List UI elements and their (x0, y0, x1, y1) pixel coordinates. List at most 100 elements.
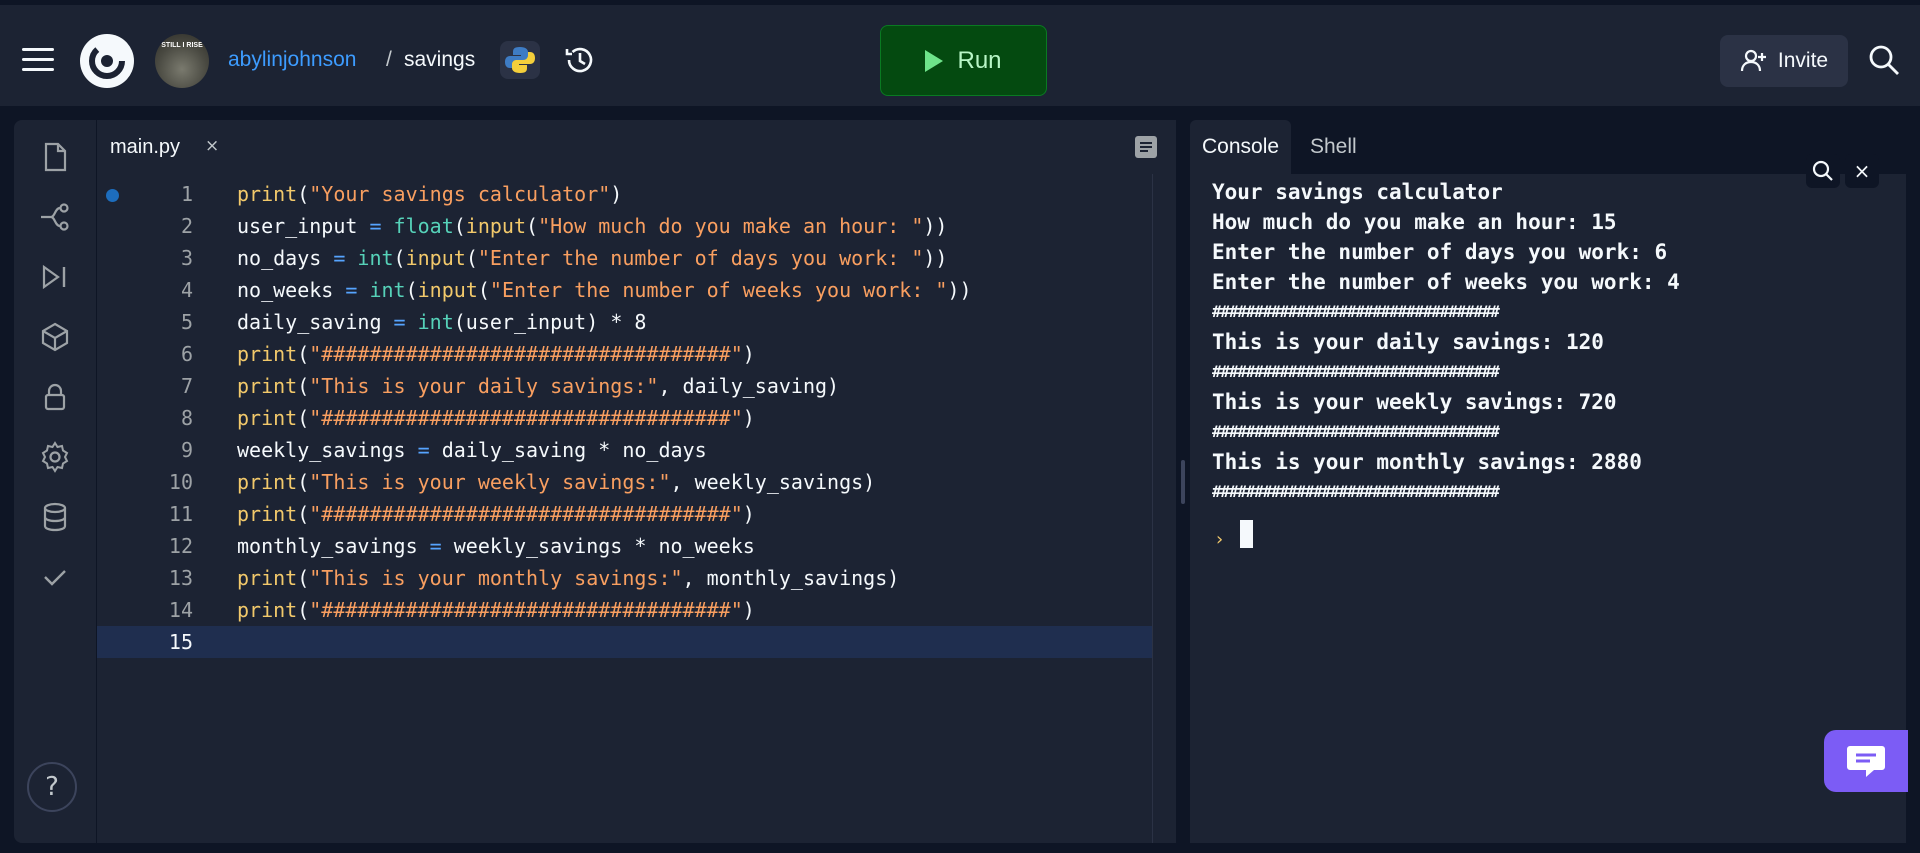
code-text: print("#################################… (237, 342, 755, 366)
repo-owner-link[interactable]: abylinjohnson (228, 48, 356, 72)
code-text: no_days = int(input("Enter the number of… (237, 246, 948, 270)
line-number: 5 (180, 310, 193, 334)
code-text: print("This is your daily savings:", dai… (237, 374, 840, 398)
console-line: This is your weekly savings: 720 (1212, 390, 1617, 414)
line-number: 11 (168, 502, 193, 526)
breakpoint-icon[interactable] (106, 189, 119, 202)
editor-tab-bar: main.py × (97, 120, 1176, 176)
code-line[interactable]: 13 print("This is your monthly savings:"… (97, 562, 1152, 594)
invite-label: Invite (1777, 49, 1829, 72)
code-line[interactable]: 12 monthly_savings = weekly_savings * no… (97, 530, 1152, 562)
tab-shell[interactable]: Shell (1298, 120, 1369, 174)
line-number: 9 (180, 438, 193, 462)
editor-menu-icon[interactable] (1133, 134, 1159, 160)
line-number: 7 (180, 374, 193, 398)
chat-icon (1847, 746, 1885, 777)
line-number: 8 (180, 406, 193, 430)
line-number: 10 (168, 470, 193, 494)
code-line[interactable]: 7 print("This is your daily savings:", d… (97, 370, 1152, 402)
code-editor: main.py × 1 print("Your savings calculat… (97, 120, 1176, 843)
console-tab-bar: Console Shell (1190, 120, 1906, 174)
code-text: print("#################################… (237, 502, 755, 526)
python-icon[interactable] (500, 41, 540, 79)
line-number: 3 (180, 246, 193, 270)
console-line: Your savings calculator (1212, 180, 1503, 204)
secrets-icon[interactable] (38, 380, 72, 414)
line-number: 1 (180, 182, 193, 206)
code-text: print("This is your weekly savings:", we… (237, 470, 876, 494)
pane-resize-handle[interactable] (1181, 460, 1185, 504)
console-output[interactable]: Your savings calculator How much do you … (1190, 174, 1906, 843)
run-button[interactable]: Run (880, 25, 1047, 96)
code-line[interactable]: 3 no_days = int(input("Enter the number … (97, 242, 1152, 274)
breadcrumb-separator: / (386, 48, 392, 71)
code-text: print("#################################… (237, 598, 755, 622)
console-line: ################################## (1212, 362, 1500, 381)
search-icon[interactable] (1806, 154, 1840, 188)
code-text: monthly_savings = weekly_savings * no_we… (237, 534, 755, 558)
settings-icon[interactable] (38, 440, 72, 474)
console-pane: Console Shell Your savings calculator Ho… (1190, 120, 1906, 843)
console-line: How much do you make an hour: 15 (1212, 210, 1617, 234)
chat-button[interactable] (1824, 730, 1908, 792)
history-icon[interactable] (562, 42, 598, 78)
code-line-current[interactable]: 15 (97, 626, 1152, 658)
code-line[interactable]: 14 print("##############################… (97, 594, 1152, 626)
console-line: ################################## (1212, 482, 1500, 501)
git-icon[interactable] (38, 200, 72, 234)
top-bar: STILL I RISE abylinjohnson / savings Run… (0, 0, 1920, 106)
scroll-track[interactable] (1152, 174, 1153, 843)
play-icon (925, 49, 944, 72)
close-icon[interactable]: × (1845, 154, 1879, 188)
packages-icon[interactable] (38, 320, 72, 354)
code-line[interactable]: 4 no_weeks = int(input("Enter the number… (97, 274, 1152, 306)
code-line[interactable]: 2 user_input = float(input("How much do … (97, 210, 1152, 242)
console-line: Enter the number of weeks you work: 4 (1212, 270, 1680, 294)
run-label: Run (957, 46, 1002, 74)
debugger-icon[interactable] (38, 260, 72, 294)
avatar[interactable]: STILL I RISE (155, 34, 209, 88)
code-line[interactable]: 1 print("Your savings calculator") (97, 178, 1152, 210)
help-button[interactable]: ? (27, 762, 77, 812)
line-number: 2 (180, 214, 193, 238)
console-line: ################################## (1212, 302, 1500, 321)
tool-rail: ? (14, 120, 96, 843)
code-line[interactable]: 11 print("##############################… (97, 498, 1152, 530)
close-icon[interactable]: × (205, 136, 219, 156)
code-line[interactable]: 10 print("This is your weekly savings:",… (97, 466, 1152, 498)
add-user-icon (1740, 49, 1766, 72)
invite-button[interactable]: Invite (1720, 35, 1848, 87)
database-icon[interactable] (38, 500, 72, 534)
code-line[interactable]: 9 weekly_savings = daily_saving * no_day… (97, 434, 1152, 466)
code-text: print("#################################… (237, 406, 755, 430)
console-line: This is your daily savings: 120 (1212, 330, 1604, 354)
console-line: This is your monthly savings: 2880 (1212, 450, 1642, 474)
tab-main-py[interactable]: main.py × (97, 120, 228, 176)
check-icon[interactable] (38, 560, 72, 594)
code-line[interactable]: 6 print("###############################… (97, 338, 1152, 370)
text-cursor (1240, 520, 1253, 548)
hamburger-icon[interactable] (22, 48, 54, 72)
code-line[interactable]: 8 print("###############################… (97, 402, 1152, 434)
code-area[interactable]: 1 print("Your savings calculator") 2 use… (97, 174, 1176, 843)
repo-name[interactable]: savings (404, 48, 475, 72)
search-icon[interactable] (1867, 43, 1901, 77)
console-line: Enter the number of days you work: 6 (1212, 240, 1668, 264)
line-number: 4 (180, 278, 193, 302)
line-number: 13 (168, 566, 193, 590)
line-number: 6 (180, 342, 193, 366)
replit-logo-icon[interactable] (80, 34, 134, 88)
line-number: 15 (168, 630, 193, 654)
console-line: ################################## (1212, 422, 1500, 441)
code-text: no_weeks = int(input("Enter the number o… (237, 278, 972, 302)
code-text: daily_saving = int(user_input) * 8 (237, 310, 647, 334)
code-line[interactable]: 5 daily_saving = int(user_input) * 8 (97, 306, 1152, 338)
code-text: user_input = float(input("How much do yo… (237, 214, 948, 238)
avatar-text: STILL I RISE (161, 42, 203, 49)
files-icon[interactable] (38, 140, 72, 174)
code-text: weekly_savings = daily_saving * no_days (237, 438, 707, 462)
line-number: 12 (168, 534, 193, 558)
code-text: print("This is your monthly savings:", m… (237, 566, 900, 590)
tab-console[interactable]: Console (1190, 120, 1292, 174)
tab-label: main.py (110, 136, 181, 158)
